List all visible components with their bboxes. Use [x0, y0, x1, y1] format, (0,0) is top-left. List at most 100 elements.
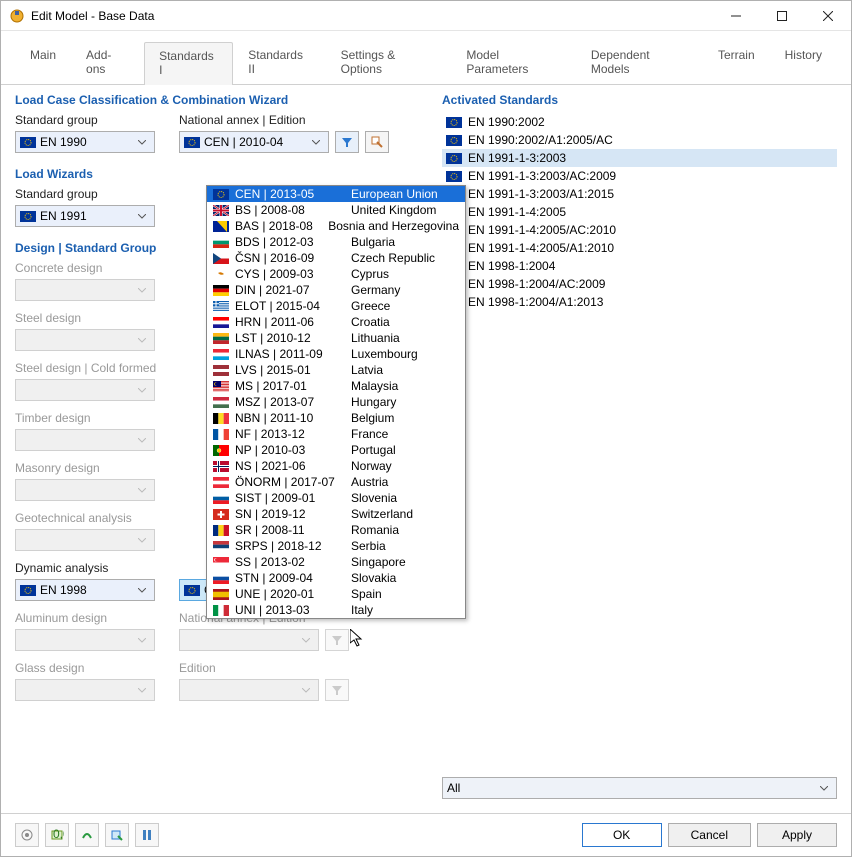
label-dynamic: Dynamic analysis	[15, 561, 155, 575]
dropdown-item[interactable]: ČSN | 2016-09Czech Republic	[207, 250, 465, 266]
dropdown-item[interactable]: DIN | 2021-07Germany	[207, 282, 465, 298]
standard-item[interactable]: EN 1998-1:2004/AC:2009	[442, 275, 837, 293]
filter-button[interactable]	[335, 131, 359, 153]
tool-icon-2[interactable]: 0,00	[45, 823, 69, 847]
dropdown-item[interactable]: ELOT | 2015-04Greece	[207, 298, 465, 314]
dropdown-item[interactable]: LVS | 2015-01Latvia	[207, 362, 465, 378]
eu-flag-icon	[213, 189, 229, 200]
standard-item[interactable]: EN 1998-1:2004/A1:2013	[442, 293, 837, 311]
dropdown-item[interactable]: SS | 2013-02Singapore	[207, 554, 465, 570]
tool-icon-4[interactable]	[105, 823, 129, 847]
maximize-button[interactable]	[759, 1, 805, 30]
tab-history[interactable]: History	[770, 41, 837, 84]
tab-terrain[interactable]: Terrain	[703, 41, 770, 84]
combo-filter-all[interactable]: All	[442, 777, 837, 799]
settings-edit-button[interactable]	[365, 131, 389, 153]
dropdown-item[interactable]: BAS | 2018-08Bosnia and Herzegovina	[207, 218, 465, 234]
label-glass-edition: Edition	[179, 661, 349, 675]
dropdown-item[interactable]: ÖNORM | 2017-07Austria	[207, 474, 465, 490]
tab-add-ons[interactable]: Add-ons	[71, 41, 144, 84]
chevron-down-icon	[816, 786, 832, 791]
tab-main[interactable]: Main	[15, 41, 71, 84]
eu-flag-icon	[20, 585, 36, 596]
at-flag-icon	[213, 477, 229, 488]
standard-item[interactable]: EN 1991-1-3:2003	[442, 149, 837, 167]
tab-standards-i[interactable]: Standards I	[144, 42, 233, 85]
sk-flag-icon	[213, 573, 229, 584]
eu-flag-icon	[184, 585, 200, 596]
combo-std-group-1990[interactable]: EN 1990	[15, 131, 155, 153]
dropdown-item[interactable]: NS | 2021-06Norway	[207, 458, 465, 474]
dropdown-item[interactable]: LST | 2010-12Lithuania	[207, 330, 465, 346]
cy-flag-icon	[213, 269, 229, 280]
de-flag-icon	[213, 285, 229, 296]
bg-flag-icon	[213, 237, 229, 248]
be-flag-icon	[213, 413, 229, 424]
dropdown-item[interactable]: SIST | 2009-01Slovenia	[207, 490, 465, 506]
ok-button[interactable]: OK	[582, 823, 662, 847]
dropdown-item[interactable]: UNI | 2013-03Italy	[207, 602, 465, 618]
combo-std-group-1991[interactable]: EN 1991	[15, 205, 155, 227]
tab-settings-options[interactable]: Settings & Options	[326, 41, 452, 84]
no-flag-icon	[213, 461, 229, 472]
window-title: Edit Model - Base Data	[31, 9, 713, 23]
standard-item[interactable]: EN 1991-1-4:2005	[442, 203, 837, 221]
eu-flag-icon	[446, 171, 462, 182]
label-annex: National annex | Edition	[179, 113, 389, 127]
activated-standards-list[interactable]: EN 1990:2002EN 1990:2002/A1:2005/ACEN 19…	[442, 113, 837, 311]
standard-item[interactable]: EN 1990:2002	[442, 113, 837, 131]
dropdown-item[interactable]: BDS | 2012-03Bulgaria	[207, 234, 465, 250]
eu-flag-icon	[20, 211, 36, 222]
cancel-button[interactable]: Cancel	[668, 823, 751, 847]
tool-icon-3[interactable]	[75, 823, 99, 847]
gr-flag-icon	[213, 301, 229, 312]
dropdown-item[interactable]: NP | 2010-03Portugal	[207, 442, 465, 458]
label-glass: Glass design	[15, 661, 155, 675]
ch-flag-icon	[213, 509, 229, 520]
tab-model-parameters[interactable]: Model Parameters	[451, 41, 575, 84]
tool-icon-5[interactable]	[135, 823, 159, 847]
section-activated-standards: Activated Standards	[442, 89, 837, 113]
dropdown-item[interactable]: MSZ | 2013-07Hungary	[207, 394, 465, 410]
eu-flag-icon	[446, 153, 462, 164]
dropdown-item[interactable]: HRN | 2011-06Croatia	[207, 314, 465, 330]
standard-item[interactable]: EN 1991-1-3:2003/A1:2015	[442, 185, 837, 203]
annex-dropdown-list[interactable]: CEN | 2013-05European UnionBS | 2008-08U…	[206, 185, 466, 619]
es-flag-icon	[213, 589, 229, 600]
standard-item[interactable]: EN 1991-1-4:2005/AC:2010	[442, 221, 837, 239]
tool-icon-1[interactable]	[15, 823, 39, 847]
dropdown-item[interactable]: NBN | 2011-10Belgium	[207, 410, 465, 426]
dropdown-item[interactable]: CEN | 2013-05European Union	[207, 186, 465, 202]
standard-item[interactable]: EN 1991-1-4:2005/A1:2010	[442, 239, 837, 257]
pt-flag-icon	[213, 445, 229, 456]
app-icon	[9, 8, 25, 24]
dropdown-item[interactable]: BS | 2008-08United Kingdom	[207, 202, 465, 218]
tab-bar: MainAdd-onsStandards IStandards IISettin…	[1, 31, 851, 85]
standard-item[interactable]: EN 1990:2002/A1:2005/AC	[442, 131, 837, 149]
minimize-button[interactable]	[713, 1, 759, 30]
chevron-down-icon	[308, 140, 324, 145]
dropdown-item[interactable]: SR | 2008-11Romania	[207, 522, 465, 538]
combo-annex-2010[interactable]: CEN | 2010-04	[179, 131, 329, 153]
standard-item[interactable]: EN 1991-1-3:2003/AC:2009	[442, 167, 837, 185]
section-load-case: Load Case Classification & Combination W…	[15, 89, 432, 113]
close-button[interactable]	[805, 1, 851, 30]
sg-flag-icon	[213, 557, 229, 568]
dropdown-item[interactable]: NF | 2013-12France	[207, 426, 465, 442]
standard-item[interactable]: EN 1998-1:2004	[442, 257, 837, 275]
filter-button-disabled	[325, 629, 349, 651]
tab-dependent-models[interactable]: Dependent Models	[576, 41, 703, 84]
dropdown-item[interactable]: ILNAS | 2011-09Luxembourg	[207, 346, 465, 362]
combo-dynamic-1998[interactable]: EN 1998	[15, 579, 155, 601]
dropdown-item[interactable]: MS | 2017-01Malaysia	[207, 378, 465, 394]
svg-text:0,00: 0,00	[53, 828, 64, 841]
cz-flag-icon	[213, 253, 229, 264]
dropdown-item[interactable]: SN | 2019-12Switzerland	[207, 506, 465, 522]
dropdown-item[interactable]: CYS | 2009-03Cyprus	[207, 266, 465, 282]
ro-flag-icon	[213, 525, 229, 536]
dropdown-item[interactable]: STN | 2009-04Slovakia	[207, 570, 465, 586]
tab-standards-ii[interactable]: Standards II	[233, 41, 325, 84]
dropdown-item[interactable]: SRPS | 2018-12Serbia	[207, 538, 465, 554]
apply-button[interactable]: Apply	[757, 823, 837, 847]
dropdown-item[interactable]: UNE | 2020-01Spain	[207, 586, 465, 602]
